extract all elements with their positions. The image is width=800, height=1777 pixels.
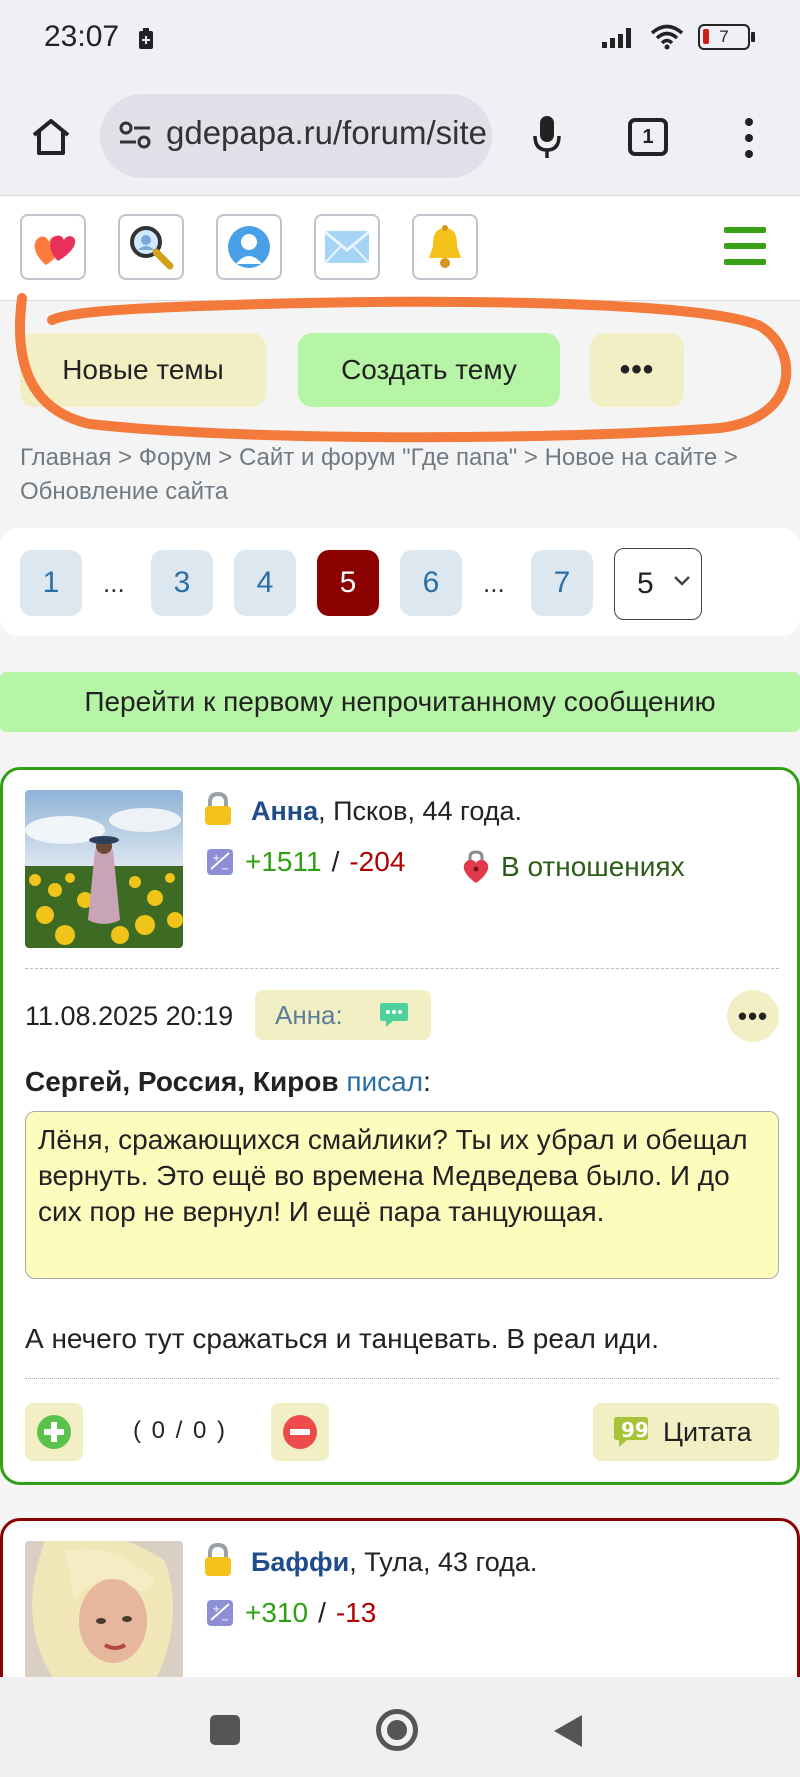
- svg-text:+: +: [212, 1604, 220, 1615]
- actions-row: Новые темы Создать тему •••: [0, 301, 800, 451]
- battery-icon: 7: [698, 24, 755, 50]
- reply-to-label: Анна:: [275, 999, 343, 1030]
- dating-button[interactable]: [20, 214, 86, 280]
- svg-text:99: 99: [621, 1418, 649, 1442]
- page-link-current[interactable]: 5: [317, 550, 379, 616]
- lock-icon: [205, 1543, 231, 1576]
- battery-level: 7: [719, 27, 729, 46]
- profile-icon: [228, 226, 270, 268]
- first-unread-button[interactable]: Перейти к первому непрочитанному сообщен…: [0, 672, 800, 732]
- breadcrumb[interactable]: Главная > Форум > Сайт и форум "Где папа…: [20, 441, 790, 509]
- tab-count: 1: [642, 125, 654, 148]
- divider: [25, 968, 779, 969]
- downvote-button[interactable]: [271, 1403, 329, 1461]
- avatar[interactable]: [25, 790, 183, 948]
- quote-icon: 99: [614, 1417, 649, 1447]
- search-button[interactable]: [118, 214, 184, 280]
- messages-button[interactable]: [314, 214, 380, 280]
- system-nav-bar: [0, 1677, 800, 1777]
- chevron-down-icon: [674, 576, 690, 586]
- page-select[interactable]: 5: [614, 548, 702, 620]
- relationship-status: В отношениях: [461, 850, 685, 884]
- status-bar: 23:07 7: [0, 0, 800, 78]
- reply-to-chip[interactable]: Анна:: [255, 990, 431, 1040]
- quote-text: Лёня, сражающихся смайлики? Ты их убрал …: [25, 1111, 779, 1279]
- author-name[interactable]: Баффи: [251, 1547, 349, 1577]
- author-name[interactable]: Анна: [251, 796, 318, 826]
- url-bar[interactable]: gdepapa.ru/forum/site: [100, 94, 492, 178]
- svg-text:−: −: [221, 1615, 229, 1626]
- profile-button[interactable]: [216, 214, 282, 280]
- pagination: 1 ... 3 4 5 6 ... 7 5: [0, 528, 800, 636]
- relationship-label: В отношениях: [501, 851, 685, 882]
- lock-icon: [205, 792, 231, 825]
- post-body: А нечего тут сражаться и танцевать. В ре…: [25, 1323, 660, 1354]
- chat-bubble-icon: [380, 1003, 408, 1027]
- rating-minus: -13: [335, 1597, 377, 1628]
- tabs-button[interactable]: 1: [628, 118, 668, 156]
- vote-count: ( 0 / 0 ): [133, 1417, 228, 1444]
- svg-text:+: +: [212, 853, 220, 864]
- plus-icon: [37, 1415, 71, 1449]
- browser-bar: gdepapa.ru/forum/site 1: [0, 78, 800, 196]
- author-line: Баффи, Тула, 43 года.: [251, 1547, 537, 1578]
- home-button[interactable]: [26, 112, 76, 162]
- back-icon[interactable]: [552, 1713, 584, 1749]
- notifications-button[interactable]: [412, 214, 478, 280]
- wifi-icon: [650, 24, 684, 50]
- create-topic-button[interactable]: Создать тему: [298, 333, 560, 407]
- forum-post: Анна, Псков, 44 года. + − +1511 / -204 В…: [0, 767, 800, 1485]
- hearts-icon: [34, 235, 76, 265]
- svg-text:−: −: [221, 864, 229, 875]
- page-link-4[interactable]: 4: [234, 550, 296, 616]
- quote-header: Сергей, Россия, Киров писал:: [25, 1066, 431, 1097]
- minus-icon: [283, 1415, 317, 1449]
- status-time: 23:07: [44, 20, 120, 53]
- rating-icon: + −: [207, 849, 233, 875]
- rating-icon: + −: [207, 1600, 233, 1626]
- heart-lock-icon: [463, 850, 489, 883]
- mic-icon: [533, 116, 561, 158]
- url-text[interactable]: gdepapa.ru/forum/site: [166, 114, 487, 152]
- author-line: Анна, Псков, 44 года.: [251, 796, 522, 827]
- rating-minus: -204: [349, 846, 406, 877]
- quote-button-label: Цитата: [663, 1416, 752, 1447]
- rating-plus: +310: [245, 1597, 309, 1628]
- upvote-button[interactable]: [25, 1403, 83, 1461]
- signal-icon: [602, 28, 631, 48]
- rating: + − +310 / -13: [207, 1597, 376, 1629]
- quote-author: Сергей, Россия, Киров: [25, 1066, 339, 1097]
- quote-source-link[interactable]: писал: [346, 1066, 423, 1097]
- pagination-ellipsis: ...: [483, 568, 505, 598]
- page-link-3[interactable]: 3: [151, 550, 213, 616]
- page-link-6[interactable]: 6: [400, 550, 462, 616]
- quote-button[interactable]: 99 Цитата: [593, 1403, 779, 1461]
- pagination-ellipsis: ...: [103, 568, 125, 598]
- home-nav-button[interactable]: [376, 1709, 418, 1751]
- page-link-7[interactable]: 7: [531, 550, 593, 616]
- rating: + − +1511 / -204: [207, 846, 405, 878]
- author-location: , Тула, 43 года.: [349, 1547, 538, 1577]
- new-topics-button[interactable]: Новые темы: [20, 333, 266, 407]
- home-icon: [32, 119, 70, 155]
- page-select-value: 5: [637, 567, 654, 600]
- search-icon: [130, 226, 174, 270]
- hamburger-menu-icon[interactable]: [724, 227, 766, 265]
- page-link-1[interactable]: 1: [20, 550, 82, 616]
- post-date[interactable]: 11.08.2025 20:19: [25, 1001, 233, 1032]
- post-menu-button[interactable]: •••: [727, 990, 779, 1042]
- mail-icon: [324, 230, 370, 264]
- site-settings-icon[interactable]: [118, 120, 152, 150]
- rating-plus: +1511: [245, 846, 322, 877]
- site-toolbar: [0, 197, 800, 301]
- battery-saver-icon: [139, 28, 153, 49]
- avatar[interactable]: [25, 1541, 183, 1699]
- bell-icon: [429, 225, 461, 268]
- divider: [25, 1378, 779, 1379]
- more-vert-icon[interactable]: [734, 118, 764, 158]
- voice-search-button[interactable]: [522, 110, 572, 164]
- recents-button[interactable]: [210, 1715, 240, 1745]
- more-actions-button[interactable]: •••: [590, 333, 684, 407]
- author-location: , Псков, 44 года.: [318, 796, 523, 826]
